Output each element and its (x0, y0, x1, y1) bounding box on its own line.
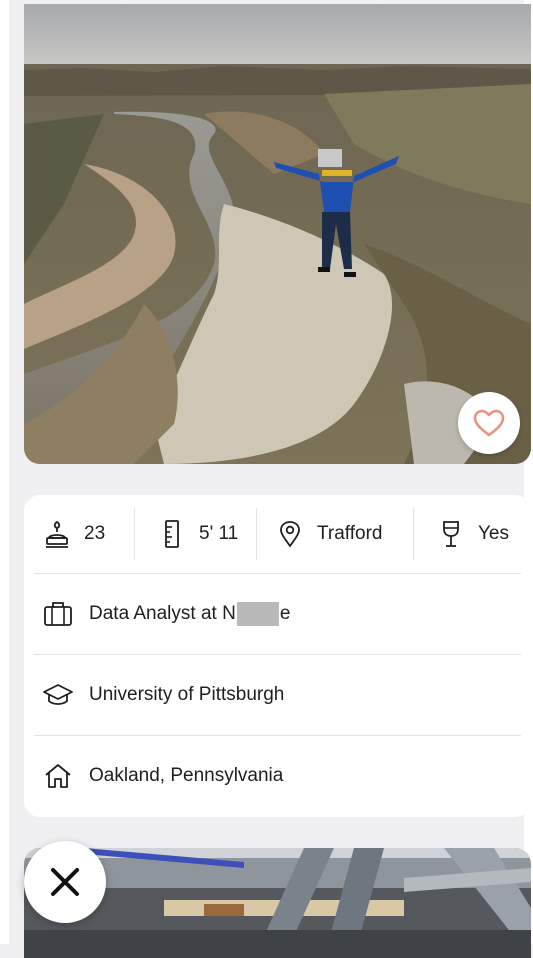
profile-photo-1[interactable] (24, 4, 531, 464)
vital-height: 5' 11 (134, 508, 256, 560)
briefcase-icon (42, 598, 74, 630)
wine-glass-icon (436, 519, 466, 549)
vitals-row: 23 5' 11 Trafford Yes (34, 495, 521, 574)
age-cake-icon (42, 519, 72, 549)
hometown-row: Oakland, Pennsylvania (34, 736, 521, 816)
pass-button[interactable] (24, 841, 106, 923)
location-value: Trafford (317, 523, 383, 544)
job-title: Data Analyst at (89, 603, 223, 625)
vital-drinking: Yes (413, 508, 521, 560)
profile-info-card: 23 5' 11 Trafford Yes Data Analyst at N … (24, 495, 531, 817)
redacted-employer (236, 602, 279, 626)
job-suffix: e (279, 603, 291, 625)
canyon-photo (24, 4, 531, 464)
close-x-icon (51, 868, 79, 896)
map-pin-icon (275, 519, 305, 549)
age-value: 23 (84, 523, 106, 544)
education-text: University of Pittsburgh (89, 684, 285, 705)
like-photo-button[interactable] (458, 392, 520, 454)
hometown-text: Oakland, Pennsylvania (89, 765, 284, 786)
job-text: Data Analyst at Ne (89, 602, 291, 626)
drinking-value: Yes (478, 523, 509, 544)
ruler-icon (157, 519, 187, 549)
graduation-cap-icon (42, 679, 74, 711)
vital-age: 23 (34, 508, 134, 560)
job-row: Data Analyst at Ne (34, 574, 521, 655)
education-row: University of Pittsburgh (34, 655, 521, 736)
vital-location: Trafford (256, 508, 413, 560)
heart-outline-icon (473, 409, 505, 437)
left-edge (0, 0, 9, 944)
house-icon (42, 760, 74, 792)
height-value: 5' 11 (199, 523, 239, 544)
